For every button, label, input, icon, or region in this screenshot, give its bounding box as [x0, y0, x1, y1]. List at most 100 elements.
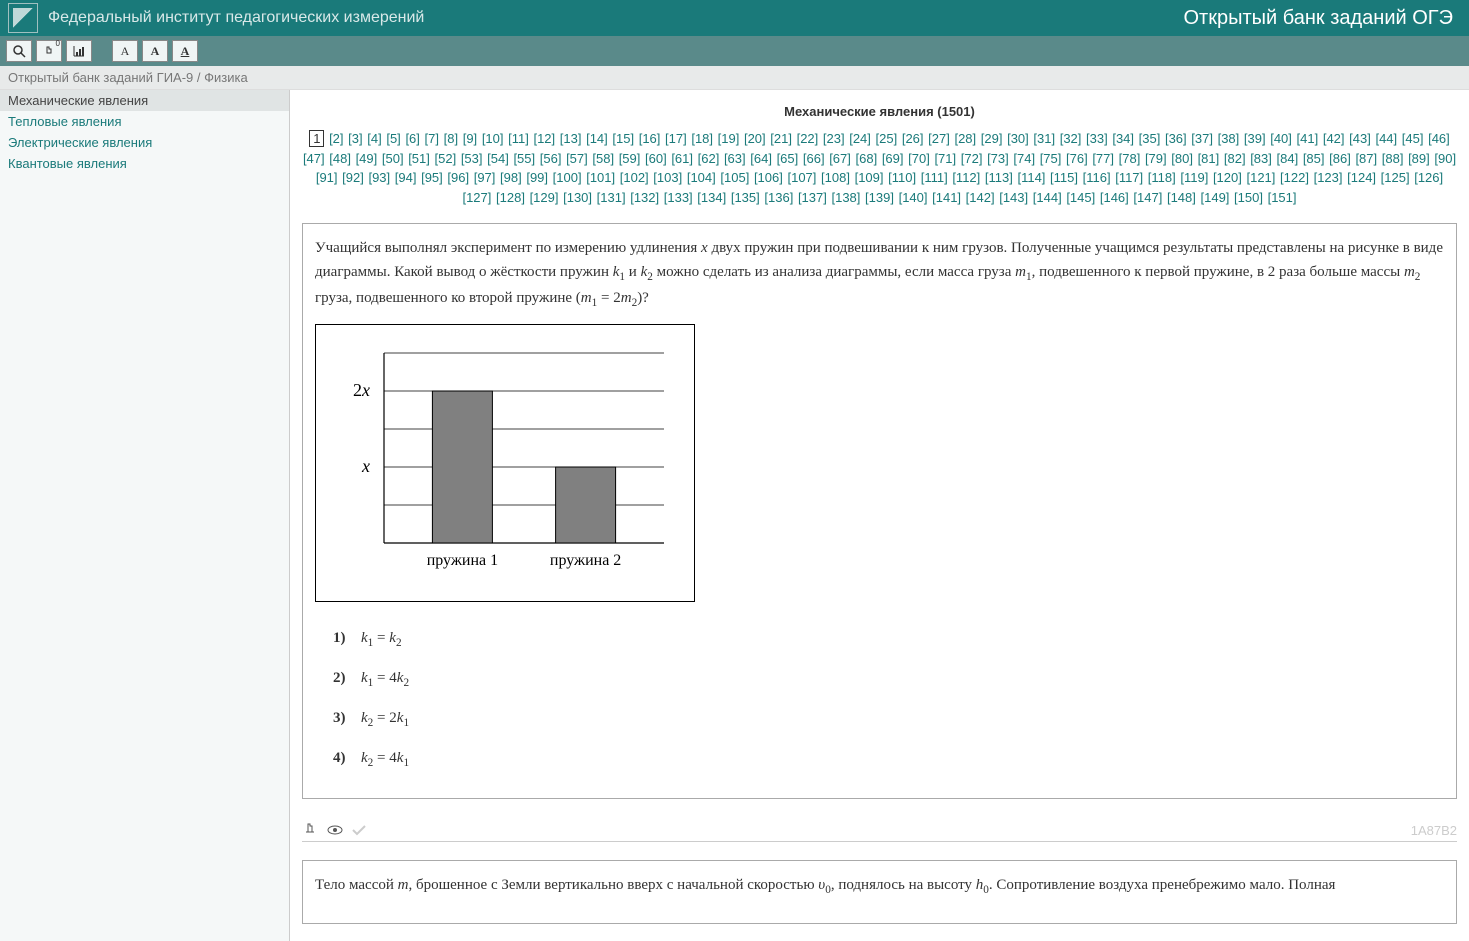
sidebar-item-thermal[interactable]: Тепловые явления [0, 111, 289, 132]
page-link[interactable]: [68] [856, 151, 878, 166]
answer-option-3[interactable]: 3) k2 = 2k1 [333, 706, 1444, 732]
page-link[interactable]: [17] [665, 131, 687, 146]
page-link[interactable]: [119] [1180, 170, 1208, 185]
page-link[interactable]: [6] [405, 131, 419, 146]
check-icon[interactable] [350, 821, 368, 839]
page-link[interactable]: [50] [382, 151, 404, 166]
page-link[interactable]: [102] [620, 170, 649, 185]
page-link[interactable]: [65] [777, 151, 799, 166]
page-link[interactable]: [128] [496, 190, 525, 205]
page-link[interactable]: [30] [1007, 131, 1029, 146]
page-link[interactable]: [90] [1434, 151, 1456, 166]
page-link[interactable]: [28] [954, 131, 976, 146]
page-link[interactable]: [58] [592, 151, 614, 166]
page-link[interactable]: [106] [754, 170, 783, 185]
page-link[interactable]: [139] [865, 190, 894, 205]
page-link[interactable]: [80] [1171, 151, 1193, 166]
page-link[interactable]: [53] [461, 151, 483, 166]
page-link[interactable]: [59] [619, 151, 641, 166]
page-link[interactable]: [38] [1218, 131, 1240, 146]
page-link[interactable]: [37] [1191, 131, 1213, 146]
page-link[interactable]: [149] [1201, 190, 1230, 205]
page-link[interactable]: [85] [1303, 151, 1325, 166]
page-link[interactable]: [67] [829, 151, 851, 166]
page-link[interactable]: [41] [1297, 131, 1319, 146]
page-link[interactable]: [15] [612, 131, 634, 146]
page-link[interactable]: [9] [463, 131, 477, 146]
sidebar-item-electrical[interactable]: Электрические явления [0, 132, 289, 153]
page-link[interactable]: [42] [1323, 131, 1345, 146]
page-link[interactable]: [147] [1133, 190, 1162, 205]
page-link[interactable]: [2] [329, 131, 343, 146]
page-link[interactable]: [76] [1066, 151, 1088, 166]
page-link[interactable]: [118] [1148, 170, 1176, 185]
page-link[interactable]: [55] [513, 151, 535, 166]
page-link[interactable]: [78] [1119, 151, 1141, 166]
page-link[interactable]: [127] [462, 190, 491, 205]
page-link[interactable]: [105] [720, 170, 749, 185]
page-link[interactable]: [125] [1381, 170, 1410, 185]
page-link[interactable]: [135] [731, 190, 760, 205]
page-link[interactable]: [39] [1244, 131, 1266, 146]
page-link[interactable]: [130] [563, 190, 592, 205]
page-link[interactable]: [121] [1246, 170, 1275, 185]
page-link[interactable]: [131] [597, 190, 626, 205]
page-link[interactable]: [72] [961, 151, 983, 166]
page-link[interactable]: [148] [1167, 190, 1196, 205]
page-link[interactable]: [13] [560, 131, 582, 146]
page-link[interactable]: [124] [1347, 170, 1376, 185]
page-link[interactable]: [27] [928, 131, 950, 146]
page-link[interactable]: [101] [586, 170, 615, 185]
page-link[interactable]: [103] [653, 170, 682, 185]
page-link[interactable]: [51] [408, 151, 430, 166]
page-link[interactable]: [62] [698, 151, 720, 166]
page-link[interactable]: [33] [1086, 131, 1108, 146]
page-link[interactable]: [134] [697, 190, 726, 205]
page-link[interactable]: [40] [1270, 131, 1292, 146]
page-link[interactable]: [63] [724, 151, 746, 166]
page-link[interactable]: [4] [367, 131, 381, 146]
page-link[interactable]: [126] [1414, 170, 1443, 185]
page-link[interactable]: [24] [849, 131, 871, 146]
page-link[interactable]: [61] [671, 151, 693, 166]
mark-icon[interactable] [302, 821, 320, 839]
page-link[interactable]: [70] [908, 151, 930, 166]
page-link[interactable]: [75] [1040, 151, 1062, 166]
page-link[interactable]: [36] [1165, 131, 1187, 146]
page-link[interactable]: [19] [718, 131, 740, 146]
page-link[interactable]: [98] [500, 170, 522, 185]
page-link[interactable]: [140] [899, 190, 928, 205]
page-link[interactable]: [74] [1013, 151, 1035, 166]
page-link[interactable]: [21] [770, 131, 792, 146]
page-link[interactable]: [77] [1092, 151, 1114, 166]
page-link[interactable]: [144] [1033, 190, 1062, 205]
page-link[interactable]: [107] [787, 170, 816, 185]
sidebar-item-mechanical[interactable]: Механические явления [0, 90, 289, 111]
page-link[interactable]: [5] [386, 131, 400, 146]
page-link[interactable]: [52] [435, 151, 457, 166]
page-link[interactable]: [95] [421, 170, 443, 185]
page-link[interactable]: [129] [530, 190, 559, 205]
page-link[interactable]: [29] [981, 131, 1003, 146]
page-link[interactable]: [69] [882, 151, 904, 166]
page-link[interactable]: [108] [821, 170, 850, 185]
page-link[interactable]: [79] [1145, 151, 1167, 166]
page-link[interactable]: [10] [482, 131, 504, 146]
page-link[interactable]: [54] [487, 151, 509, 166]
page-link[interactable]: [133] [664, 190, 693, 205]
page-link[interactable]: [18] [691, 131, 713, 146]
page-link[interactable]: [35] [1139, 131, 1161, 146]
page-link[interactable]: [92] [342, 170, 364, 185]
page-link[interactable]: [84] [1277, 151, 1299, 166]
page-link[interactable]: [8] [444, 131, 458, 146]
answer-option-4[interactable]: 4) k2 = 4k1 [333, 746, 1444, 772]
page-link[interactable]: [137] [798, 190, 827, 205]
page-link[interactable]: [31] [1033, 131, 1055, 146]
page-link[interactable]: [94] [395, 170, 417, 185]
page-link[interactable]: [100] [553, 170, 582, 185]
page-link[interactable]: [89] [1408, 151, 1430, 166]
hand-zero-icon[interactable]: 0 [36, 40, 62, 62]
page-link[interactable]: [22] [797, 131, 819, 146]
page-link[interactable]: [23] [823, 131, 845, 146]
page-link[interactable]: [104] [687, 170, 716, 185]
